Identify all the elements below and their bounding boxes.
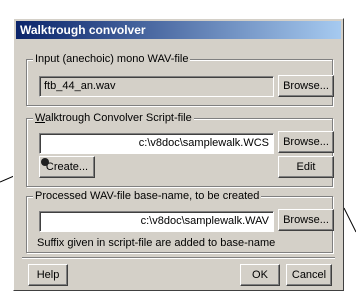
- annotation-line-right: [343, 207, 356, 233]
- annotation-dot: [41, 158, 49, 166]
- input-wav-label: Input (anechoic) mono WAV-file: [33, 52, 191, 66]
- cancel-button[interactable]: Cancel: [286, 264, 332, 286]
- script-file-group: Walktrough Convolver Script-file c:\v8do…: [26, 111, 334, 187]
- input-wav-field[interactable]: ftb_44_an.wav: [39, 76, 274, 97]
- ok-button[interactable]: OK: [240, 264, 280, 286]
- script-file-label: Walktrough Convolver Script-file: [33, 111, 194, 125]
- dialog-title: Walktrough convolver: [16, 21, 341, 39]
- input-wav-group: Input (anechoic) mono WAV-file ftb_44_an…: [26, 52, 334, 106]
- edit-button[interactable]: Edit: [278, 156, 334, 178]
- output-wav-label: Processed WAV-file base-name, to be crea…: [33, 189, 262, 203]
- output-wav-group: Processed WAV-file base-name, to be crea…: [26, 189, 334, 253]
- output-browse-button[interactable]: Browse...: [278, 209, 334, 231]
- script-browse-button[interactable]: Browse...: [278, 131, 334, 153]
- output-wav-field[interactable]: c:\v8doc\samplewalk.WAV: [39, 211, 274, 232]
- bottom-separator: [22, 257, 335, 259]
- suffix-note: Suffix given in script-file are added to…: [37, 237, 276, 249]
- walktrough-convolver-dialog: Walktrough convolver Input (anechoic) mo…: [13, 18, 344, 291]
- help-button[interactable]: Help: [28, 264, 68, 286]
- input-browse-button[interactable]: Browse...: [278, 75, 334, 97]
- script-file-field[interactable]: c:\v8doc\samplewalk.WCS: [39, 133, 274, 154]
